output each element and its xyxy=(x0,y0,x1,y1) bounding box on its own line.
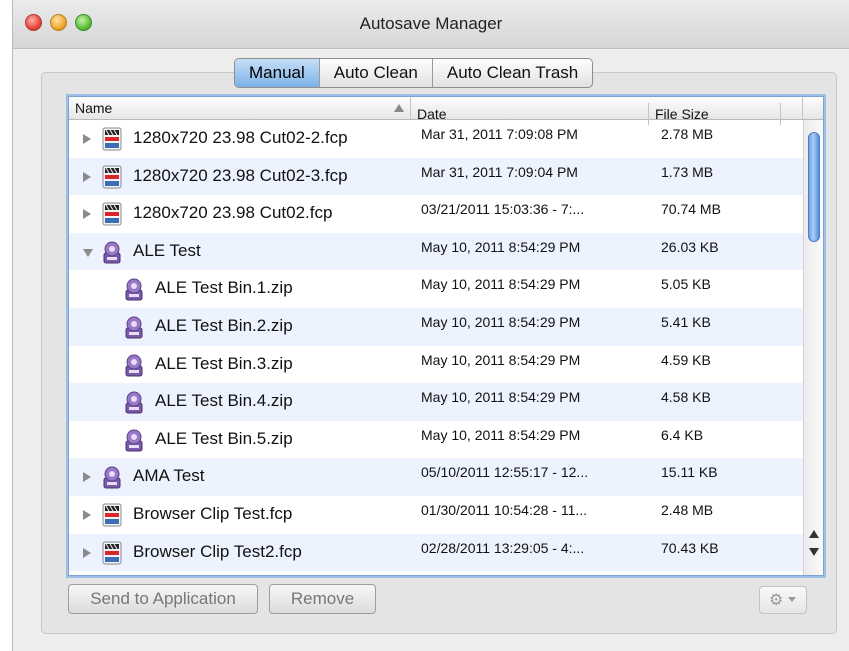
row-name: ALE Test xyxy=(133,240,201,260)
bin-icon xyxy=(101,239,123,265)
row-name: Browser Clip Test2.fcp xyxy=(133,541,302,561)
gear-icon: ⚙ xyxy=(769,592,784,609)
bin-icon xyxy=(101,464,123,490)
fcp-project-icon xyxy=(101,164,123,190)
row-file-size: 2.78 MB xyxy=(661,126,714,142)
bin-icon xyxy=(123,314,145,340)
titlebar: Autosave Manager xyxy=(13,0,849,49)
row-name: ALE Test Bin.4.zip xyxy=(155,391,293,411)
table-row[interactable]: ALE Test Bin.3.zip May 10, 2011 8:54:29 P… xyxy=(69,346,803,384)
row-date: Mar 31, 2011 7:09:04 PM xyxy=(421,163,578,180)
row-name: 1280x720 23.98 Cut02-3.fcp xyxy=(133,165,348,185)
row-file-size: 70.43 KB xyxy=(661,539,719,556)
table-row[interactable]: ALE Test Bin.5.zip May 10, 2011 8:54:29 P… xyxy=(69,421,803,459)
row-name: 1280x720 23.98 Cut02.fcp xyxy=(133,203,333,223)
row-date: May 10, 2011 8:54:29 PM xyxy=(421,351,581,368)
table-row[interactable]: AMA Test 05/10/2011 12:55:17 - 12... 15.11… xyxy=(69,458,803,496)
row-name: ALE Test Bin.3.zip xyxy=(155,353,293,373)
tab-auto-clean-trash[interactable]: Auto Clean Trash xyxy=(433,59,592,87)
row-file-size: 5.41 KB xyxy=(661,313,711,330)
row-file-size: 4.59 KB xyxy=(661,351,711,368)
disclosure-closed-icon[interactable] xyxy=(83,134,91,144)
row-name: ALE Test Bin.5.zip xyxy=(155,428,293,448)
disclosure-closed-icon[interactable] xyxy=(83,547,91,558)
row-name: Browser Clip Test.fcp xyxy=(133,503,293,523)
row-name: ALE Test Bin.2.zip xyxy=(155,315,293,335)
scroll-up-arrow-icon[interactable] xyxy=(809,530,819,538)
tab-auto-clean[interactable]: Auto Clean xyxy=(320,59,433,87)
action-menu-button[interactable]: ⚙ xyxy=(759,586,807,614)
table-row[interactable]: ALE Test Bin.1.zip May 10, 2011 8:54:29 P… xyxy=(69,270,803,308)
autosave-manager-window: Autosave Manager Manual Auto Clean Auto … xyxy=(12,0,849,651)
table-row[interactable]: ALE Test May 10, 2011 8:54:29 PM 26.03 KB xyxy=(69,232,803,271)
table-row[interactable]: Browser Clip Test.fcp 01/30/2011 10:54:28… xyxy=(69,496,803,534)
row-date: 01/30/2011 10:54:28 - 11... xyxy=(421,501,588,518)
table-row[interactable]: Browser Clip Test2.fcp 02/28/2011 13:29:0… xyxy=(69,533,803,572)
column-header-spacer xyxy=(781,97,803,119)
row-file-size: 5.05 KB xyxy=(661,276,711,293)
row-file-size: 1.73 MB xyxy=(661,163,714,180)
row-file-size: 6.4 KB xyxy=(661,426,704,443)
disclosure-closed-icon[interactable] xyxy=(83,209,91,220)
disclosure-closed-icon[interactable] xyxy=(83,171,91,182)
table-row[interactable]: ALE Test Bin.2.zip May 10, 2011 8:54:29 P… xyxy=(69,307,803,346)
disclosure-closed-icon[interactable] xyxy=(83,509,91,520)
remove-button[interactable]: Remove xyxy=(269,584,376,614)
bin-icon xyxy=(123,389,145,415)
row-file-size: 26.03 KB xyxy=(661,238,719,255)
bin-icon xyxy=(123,276,145,302)
row-date: May 10, 2011 8:54:29 PM xyxy=(421,238,581,255)
bin-icon xyxy=(123,352,145,378)
disclosure-open-icon[interactable] xyxy=(83,248,93,257)
scrollbar-thumb[interactable] xyxy=(808,132,820,242)
table-header: Name Date File Size xyxy=(69,97,823,125)
tab-manual[interactable]: Manual xyxy=(235,59,320,87)
fcp-project-icon xyxy=(101,502,123,528)
fcp-project-icon xyxy=(101,201,123,227)
disclosure-closed-icon[interactable] xyxy=(83,472,91,483)
table-row[interactable]: 1280x720 23.98 Cut02-2.fcp Mar 31, 2011 7… xyxy=(69,120,803,158)
autosave-table: Name Date File Size 1280x720 23.98 Cut02… xyxy=(68,96,824,576)
table-row[interactable]: ALE Test Bin.4.zip May 10, 2011 8:54:29 P… xyxy=(69,383,803,421)
send-to-application-button[interactable]: Send to Application xyxy=(68,584,258,614)
row-name: ALE Test Bin.1.zip xyxy=(155,278,293,298)
row-date: May 10, 2011 8:54:29 PM xyxy=(421,276,581,293)
fcp-project-icon xyxy=(101,540,123,566)
row-date: May 10, 2011 8:54:29 PM xyxy=(421,389,581,406)
scroll-down-arrow-icon[interactable] xyxy=(809,548,819,556)
row-date: Mar 31, 2011 7:09:08 PM xyxy=(421,126,578,142)
bin-icon xyxy=(123,427,145,453)
row-file-size: 70.74 MB xyxy=(661,201,721,218)
sort-ascending-icon xyxy=(394,104,404,112)
row-name: 1280x720 23.98 Cut02-2.fcp xyxy=(133,128,348,147)
vertical-scrollbar[interactable] xyxy=(803,120,823,575)
column-header-name[interactable]: Name xyxy=(69,97,411,119)
column-header-name-label: Name xyxy=(75,100,113,116)
row-file-size: 4.58 KB xyxy=(661,389,711,406)
table-row[interactable]: 1280x720 23.98 Cut02.fcp 03/21/2011 15:03… xyxy=(69,195,803,233)
row-date: May 10, 2011 8:54:29 PM xyxy=(421,313,581,330)
row-name: AMA Test xyxy=(133,466,205,486)
row-file-size: 2.48 MB xyxy=(661,501,714,518)
table-rows: 1280x720 23.98 Cut02-2.fcp Mar 31, 2011 7… xyxy=(69,120,803,572)
chevron-down-icon xyxy=(788,597,796,602)
row-date: 03/21/2011 15:03:36 - 7:... xyxy=(421,201,585,218)
row-date: 05/10/2011 12:55:17 - 12... xyxy=(421,464,589,481)
row-file-size: 15.11 KB xyxy=(661,464,718,481)
table-row[interactable]: 1280x720 23.98 Cut02-3.fcp Mar 31, 2011 7… xyxy=(69,157,803,196)
row-date: May 10, 2011 8:54:29 PM xyxy=(421,426,581,443)
mode-tabs: Manual Auto Clean Auto Clean Trash xyxy=(234,58,594,88)
row-date: 02/28/2011 13:29:05 - 4:... xyxy=(421,539,585,556)
fcp-project-icon xyxy=(101,126,123,152)
window-title: Autosave Manager xyxy=(359,14,503,33)
